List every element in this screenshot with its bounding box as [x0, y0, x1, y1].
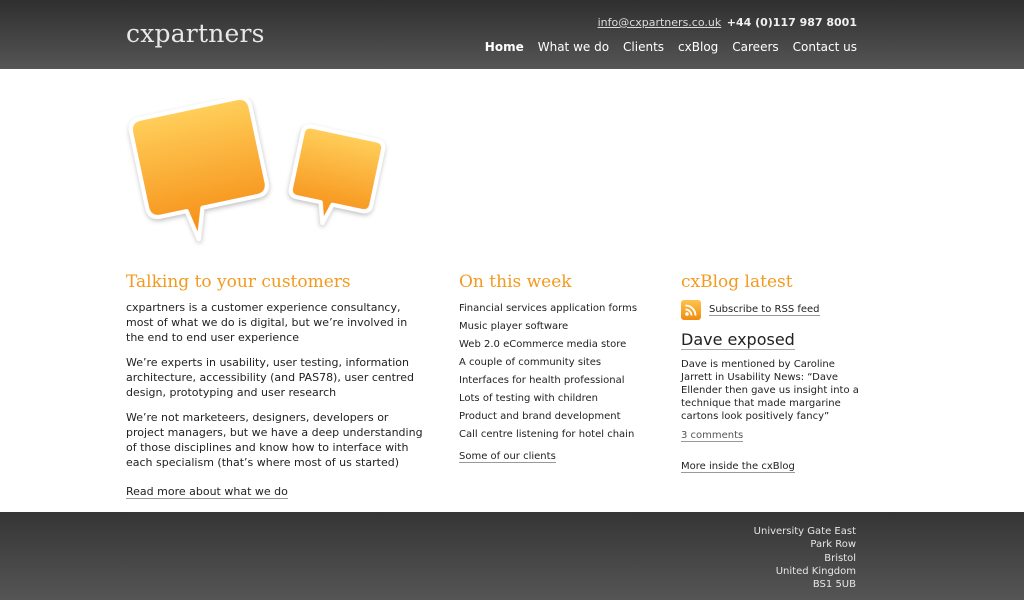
blog-section: cxBlog latest Subscribe to RSS feed Dave… — [681, 272, 861, 473]
speech-bubbles-icon — [128, 95, 386, 242]
more-blog-link[interactable]: More inside the cxBlog — [681, 461, 795, 473]
intro-paragraph: We’re experts in usability, user testing… — [126, 356, 414, 399]
address-line: BS1 5UB — [812, 579, 856, 591]
list-item: Lots of testing with children — [459, 393, 599, 404]
nav-item-cxblog[interactable]: cxBlog — [678, 40, 718, 54]
phone-number: +44 (0)117 987 8001 — [726, 16, 857, 29]
read-more-link[interactable]: Read more about what we do — [126, 485, 288, 499]
list-item: A couple of community sites — [459, 357, 602, 368]
intro-heading: Talking to your customers — [126, 272, 351, 292]
email-link[interactable]: info@cxpartners.co.uk — [598, 16, 722, 29]
clients-link[interactable]: Some of our clients — [459, 451, 556, 463]
this-week-section: On this week Financial services applicat… — [459, 272, 659, 463]
blog-heading: cxBlog latest — [681, 272, 793, 292]
postal-address: University Gate East Park Row Bristol Un… — [754, 525, 856, 591]
nav-item-clients[interactable]: Clients — [623, 40, 664, 54]
this-week-heading: On this week — [459, 272, 572, 292]
site-footer: University Gate East Park Row Bristol Un… — [0, 512, 1024, 600]
site-logo[interactable]: cxpartners — [126, 19, 265, 48]
nav-item-home[interactable]: Home — [485, 40, 524, 54]
rss-feed-icon[interactable] — [681, 300, 701, 320]
address-line: Park Row — [810, 539, 856, 551]
blog-post-excerpt: Dave is mentioned by Caroline Jarrett in… — [681, 359, 859, 422]
header-contact: info@cxpartners.co.uk +44 (0)117 987 800… — [598, 16, 857, 29]
blog-post-title[interactable]: Dave exposed — [681, 330, 795, 350]
address-line: United Kingdom — [775, 565, 856, 577]
list-item: Music player software — [459, 321, 569, 332]
site-header: cxpartners info@cxpartners.co.uk +44 (0)… — [0, 0, 1024, 69]
list-item: Financial services application forms — [459, 303, 638, 314]
list-item: Call centre listening for hotel chain — [459, 429, 635, 440]
intro-paragraph: cxpartners is a customer experience cons… — [126, 301, 408, 344]
list-item: Interfaces for health professional — [459, 375, 625, 386]
rss-row: Subscribe to RSS feed — [681, 300, 861, 320]
nav-item-contact-us[interactable]: Contact us — [793, 40, 857, 54]
list-item: Web 2.0 eCommerce media store — [459, 339, 627, 350]
rss-glyph-icon — [685, 304, 697, 316]
speech-bubbles-graphic — [122, 95, 392, 258]
main-nav: Home What we do Clients cxBlog Careers C… — [485, 40, 857, 54]
intro-section: Talking to your customers cxpartners is … — [126, 272, 426, 499]
nav-item-careers[interactable]: Careers — [732, 40, 778, 54]
address-line: University Gate East — [753, 526, 856, 537]
comments-link[interactable]: 3 comments — [681, 430, 744, 442]
address-line: Bristol — [824, 552, 856, 564]
this-week-list: Financial services application forms Mus… — [459, 300, 659, 444]
list-item: Product and brand development — [459, 411, 621, 422]
nav-item-what-we-do[interactable]: What we do — [538, 40, 609, 54]
rss-subscribe-link[interactable]: Subscribe to RSS feed — [709, 304, 820, 316]
intro-paragraph: We’re not marketeers, designers, develop… — [126, 411, 423, 469]
